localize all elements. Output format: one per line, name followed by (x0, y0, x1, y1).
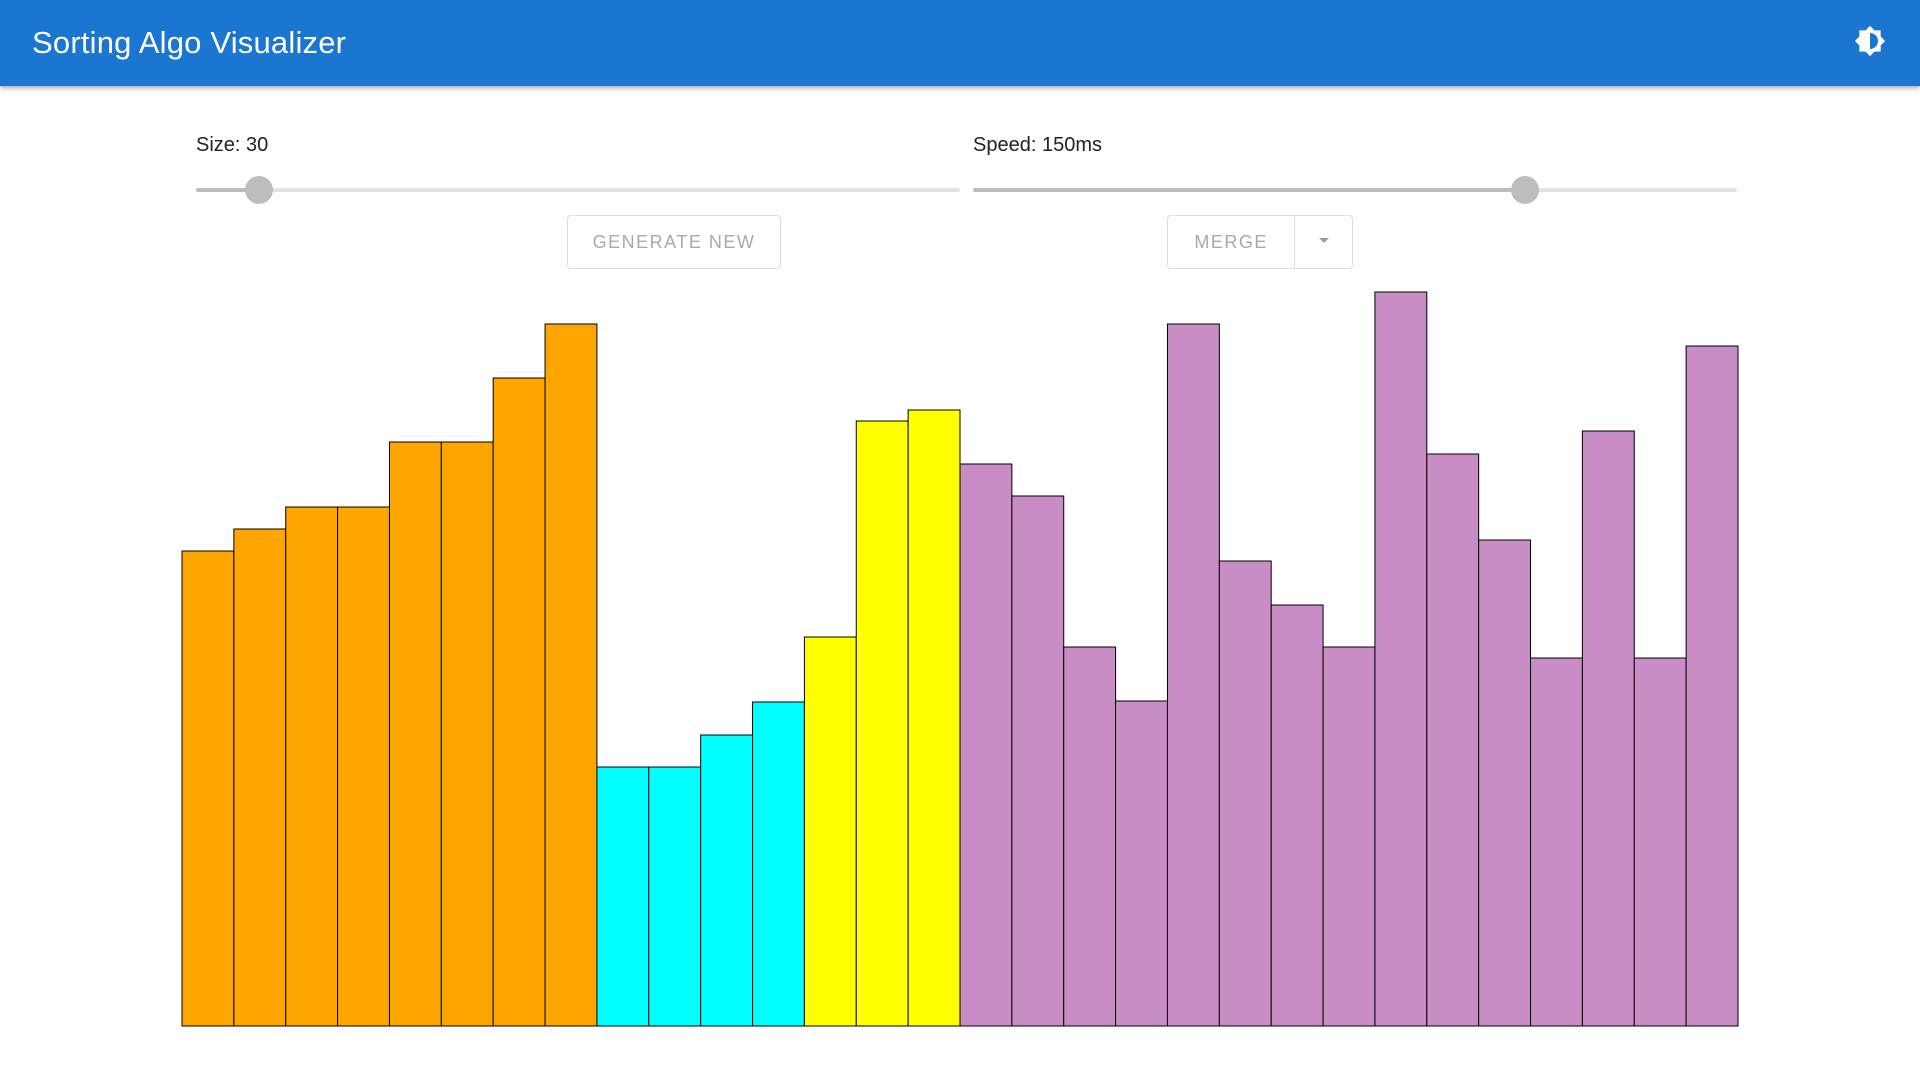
bar-6 (440, 441, 494, 1027)
bar-11 (700, 734, 754, 1027)
bar-30 (1685, 345, 1739, 1027)
bar-2 (233, 528, 287, 1027)
bar-3 (285, 506, 339, 1027)
bar-21 (1218, 560, 1272, 1027)
bar-26 (1478, 539, 1532, 1027)
bar-7 (492, 377, 546, 1027)
bar-28 (1581, 430, 1635, 1027)
bar-18 (1063, 646, 1117, 1027)
bar-12 (752, 701, 805, 1027)
bar-25 (1426, 453, 1480, 1027)
bar-13 (803, 636, 857, 1027)
bar-15 (907, 409, 961, 1027)
bar-14 (855, 420, 909, 1027)
bar-4 (337, 506, 390, 1027)
bar-16 (959, 463, 1013, 1027)
bar-9 (596, 766, 650, 1027)
bar-29 (1633, 657, 1687, 1027)
bar-24 (1374, 291, 1428, 1027)
bar-8 (544, 323, 598, 1027)
bar-20 (1166, 323, 1220, 1027)
sorting-bars-chart (181, 291, 1739, 1027)
bar-17 (1011, 495, 1065, 1027)
bar-22 (1270, 604, 1324, 1027)
bar-19 (1115, 700, 1168, 1027)
bar-5 (388, 441, 442, 1027)
bar-27 (1530, 657, 1583, 1027)
bar-1 (181, 550, 235, 1027)
bar-10 (648, 766, 702, 1027)
bar-23 (1322, 646, 1376, 1027)
